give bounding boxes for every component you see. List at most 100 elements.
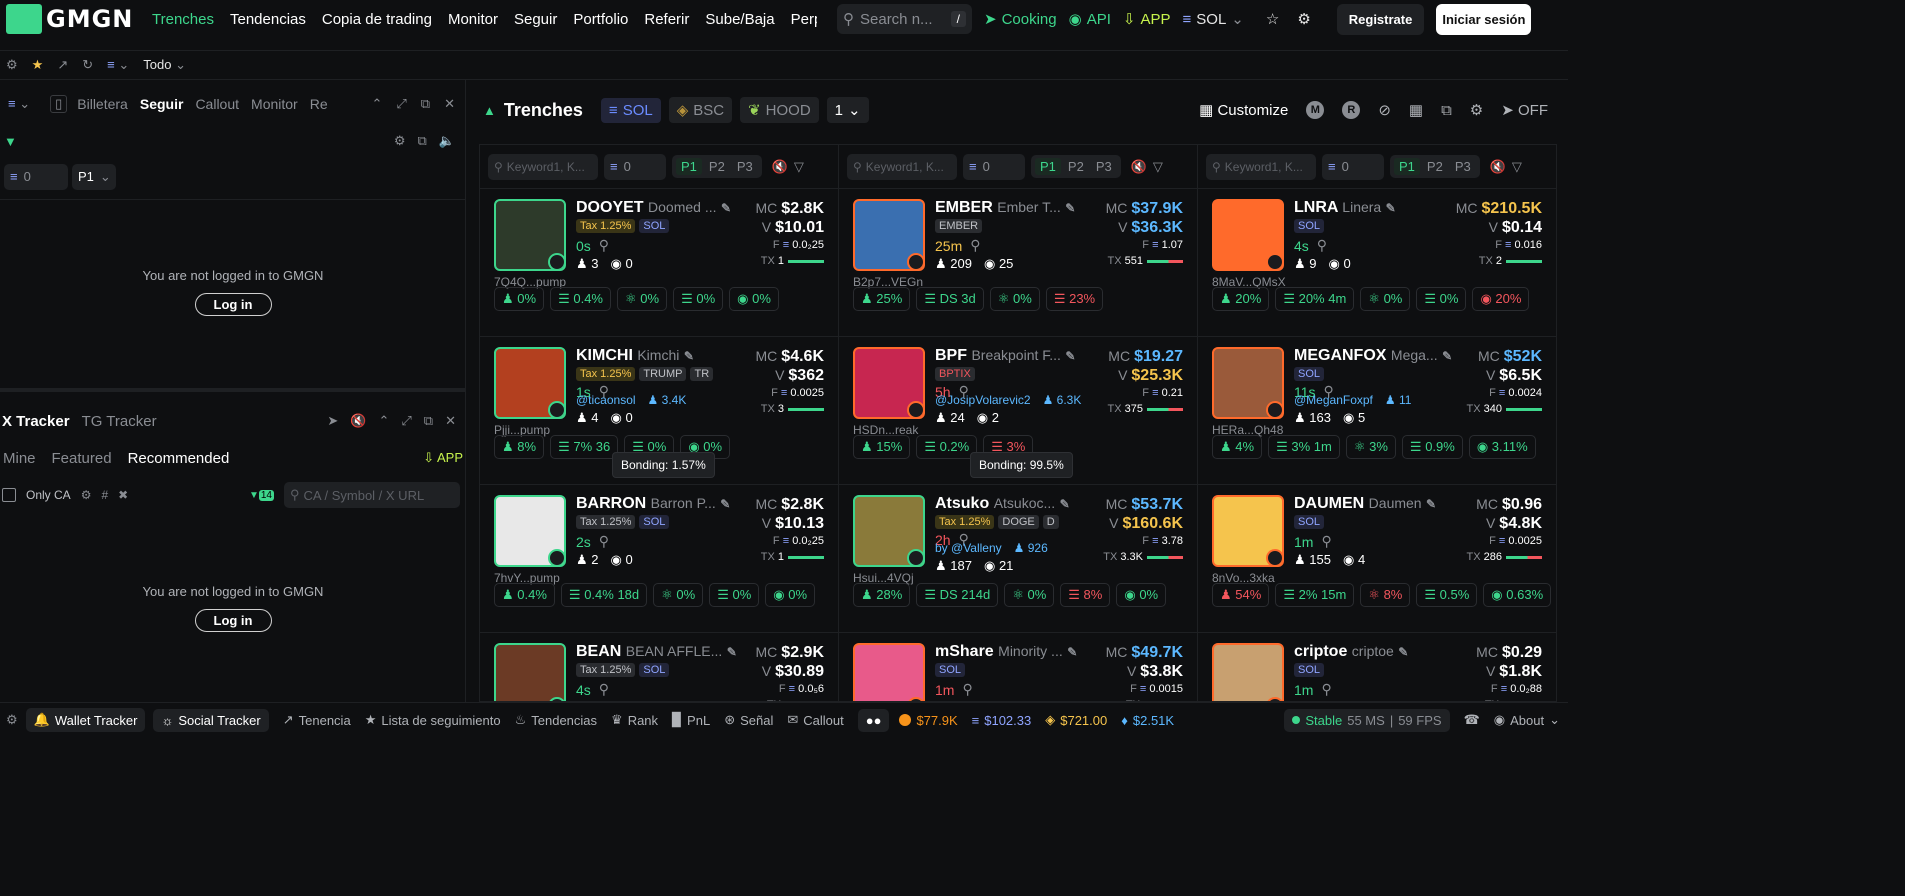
star-icon[interactable]: ☆ xyxy=(1266,10,1279,28)
gear-icon[interactable]: ⚙ xyxy=(1470,101,1483,119)
search-icon[interactable]: ⚲ xyxy=(599,533,609,550)
keyword-input[interactable]: ⚲ Keyword1, K... xyxy=(847,153,957,180)
token-name[interactable]: KIMCHI Kimchi ✎ xyxy=(576,347,736,365)
mute-icon[interactable]: 🔇 xyxy=(1131,159,1147,175)
logo[interactable]: GMGN xyxy=(6,4,146,34)
tab-monitor[interactable]: Monitor xyxy=(251,96,298,112)
popout-icon[interactable]: ⧉ xyxy=(424,413,433,429)
social-tracker-button[interactable]: ☼ Social Tracker xyxy=(153,708,269,732)
amount-input[interactable]: ≡ 0 xyxy=(1322,153,1384,180)
token-card[interactable]: BEAN BEAN AFFLE... ✎ Tax 1.25%SOL 4s ⚲ ♟… xyxy=(480,633,838,701)
filter-dropdown[interactable]: Todo ⌄ xyxy=(143,57,186,73)
expand-icon[interactable]: ⤢ xyxy=(396,96,406,112)
token-card[interactable]: criptoe criptoe ✎ SOL 1m ⚲ ♟ ◉ MC$0.29 V… xyxy=(1198,633,1556,701)
tracker-log-in-button[interactable]: Log in xyxy=(194,609,272,632)
bookmark-icon[interactable]: ⧉ xyxy=(418,133,427,149)
priority-p1[interactable]: P1 xyxy=(1394,158,1420,175)
tab-callout[interactable]: Callout xyxy=(195,96,239,112)
token-avatar[interactable] xyxy=(853,347,925,419)
settings-icon[interactable]: ⚙ xyxy=(6,57,18,73)
token-name[interactable]: BPF Breakpoint F... ✎ xyxy=(935,347,1095,365)
subtab-featured[interactable]: Featured xyxy=(52,450,112,467)
search-input[interactable]: ⚲ Search n... / xyxy=(837,4,972,34)
tab-tg-tracker[interactable]: TG Tracker xyxy=(82,413,157,430)
amount-input[interactable]: ≡ 0 xyxy=(4,163,68,190)
token-name[interactable]: criptoe criptoe ✎ xyxy=(1294,643,1454,661)
chart-icon[interactable]: ↗ xyxy=(57,57,68,73)
priority-p3[interactable]: P3 xyxy=(1091,158,1117,175)
sol-icon[interactable]: ≡ ⌄ xyxy=(107,57,129,73)
mute-icon[interactable]: 🔇 xyxy=(350,413,366,429)
hashtag-icon[interactable]: # xyxy=(101,488,108,502)
token-card[interactable]: B2p7...VEGn EMBER Ember T... ✎ EMBER 25m… xyxy=(839,189,1197,337)
token-name[interactable]: MEGANFOX Mega... ✎ xyxy=(1294,347,1454,365)
rocket-off-toggle[interactable]: ➤ OFF xyxy=(1501,101,1548,119)
page-select[interactable]: 1 ⌄ xyxy=(826,97,869,123)
nav-monitor[interactable]: Monitor xyxy=(448,11,498,28)
token-card[interactable]: 8nVo...3xka DAUMEN Daumen ✎ SOL 1m ⚲ ♟ 1… xyxy=(1198,485,1556,633)
token-avatar[interactable] xyxy=(494,199,566,271)
subtab-mine[interactable]: Mine xyxy=(3,450,36,467)
twitter-handle[interactable]: @JosipVolarevic2 xyxy=(935,393,1031,407)
token-name[interactable]: DAUMEN Daumen ✎ xyxy=(1294,495,1454,513)
search-icon[interactable]: ⚲ xyxy=(970,237,980,254)
search-icon[interactable]: ⚲ xyxy=(599,681,609,698)
support-icon[interactable]: ☎ xyxy=(1464,712,1480,728)
token-name[interactable]: BARRON Barron P... ✎ xyxy=(576,495,736,513)
priority-p3[interactable]: P3 xyxy=(1450,158,1476,175)
token-avatar[interactable] xyxy=(1212,347,1284,419)
search-icon[interactable]: ⚲ xyxy=(1317,237,1327,254)
wallet-tracker-button[interactable]: 🔔 Wallet Tracker xyxy=(25,708,146,732)
bookmark-icon[interactable]: ⧉ xyxy=(1441,102,1452,119)
priority-select[interactable]: P1 ⌄ xyxy=(72,163,116,190)
keyword-input[interactable]: ⚲ Keyword1, K... xyxy=(1206,153,1316,180)
nav-trenches[interactable]: Trenches xyxy=(152,11,214,28)
callout-button[interactable]: ✉ Callout xyxy=(787,712,843,728)
rank-button[interactable]: ♛ Rank xyxy=(611,712,658,728)
login-button[interactable]: Iniciar sesión xyxy=(1436,3,1532,35)
history-icon[interactable]: ↻ xyxy=(82,57,93,73)
token-card[interactable]: 8MaV...QMsX LNRA Linera ✎ SOL 4s ⚲ ♟ 9 ◉… xyxy=(1198,189,1556,337)
filter-badge-icon[interactable]: ▼ 14 xyxy=(249,489,274,501)
sidebar-toggle-icon[interactable]: ▯ xyxy=(50,95,68,113)
chain-hood[interactable]: ❦ HOOD xyxy=(740,97,819,123)
edit-icon[interactable]: ✎ xyxy=(1386,201,1396,215)
priority-p1[interactable]: P1 xyxy=(1035,158,1061,175)
twitter-handle[interactable]: @ticaonsol xyxy=(576,393,636,407)
chain-selector[interactable]: ≡ SOL ⌄ xyxy=(1183,10,1244,29)
panel-divider[interactable] xyxy=(0,388,466,392)
table-icon[interactable]: ▦ xyxy=(1409,101,1423,119)
expand-icon[interactable]: ⤢ xyxy=(401,413,411,429)
filter-icon[interactable]: ▼ xyxy=(4,134,17,149)
trends-button[interactable]: ♨ Tendencias xyxy=(515,712,597,728)
tab-seguir[interactable]: Seguir xyxy=(140,96,184,112)
only-ca-checkbox[interactable] xyxy=(2,488,16,502)
settings-icon[interactable]: ⚙ xyxy=(394,133,406,149)
twitter-handle[interactable]: @MeganFoxpf xyxy=(1294,393,1373,407)
token-card[interactable]: mShare Minority ... ✎ SOL 1m ⚲ ♟ ◉ MC$49… xyxy=(839,633,1197,701)
settings-icon[interactable]: ⚙ xyxy=(6,712,18,728)
gear-icon[interactable]: ⚙ xyxy=(1297,10,1310,28)
token-card[interactable]: Hsui...4VQj Atsuko Atsukoc... ✎ Tax 1.25… xyxy=(839,485,1197,633)
nav-portfolio[interactable]: Portfolio xyxy=(573,11,628,28)
mute-icon[interactable]: 🔇 xyxy=(1490,159,1506,175)
x-logo-icon[interactable]: ✖ xyxy=(118,488,128,502)
about-button[interactable]: ◉ About ⌄ xyxy=(1494,712,1560,728)
settings-icon[interactable]: ⚙ xyxy=(81,488,92,502)
m-icon[interactable]: M xyxy=(1306,101,1325,119)
sol-icon[interactable]: ≡ ⌄ xyxy=(8,96,30,112)
filter-icon[interactable]: ▽ xyxy=(1512,159,1522,175)
cooking-button[interactable]: ➤ Cooking xyxy=(984,10,1057,29)
token-name[interactable]: mShare Minority ... ✎ xyxy=(935,643,1095,661)
edit-icon[interactable]: ✎ xyxy=(684,349,694,363)
edit-icon[interactable]: ✎ xyxy=(1398,645,1408,659)
token-avatar[interactable] xyxy=(494,643,566,701)
token-avatar[interactable] xyxy=(1212,495,1284,567)
priority-p2[interactable]: P2 xyxy=(704,158,730,175)
tenencia-button[interactable]: ↗ Tenencia xyxy=(283,712,351,728)
nav-perp[interactable]: Perp xyxy=(791,11,817,28)
filter-icon[interactable]: ▽ xyxy=(794,159,804,175)
search-icon[interactable]: ⚲ xyxy=(1321,533,1331,550)
token-avatar[interactable] xyxy=(853,495,925,567)
edit-icon[interactable]: ✎ xyxy=(1065,201,1075,215)
